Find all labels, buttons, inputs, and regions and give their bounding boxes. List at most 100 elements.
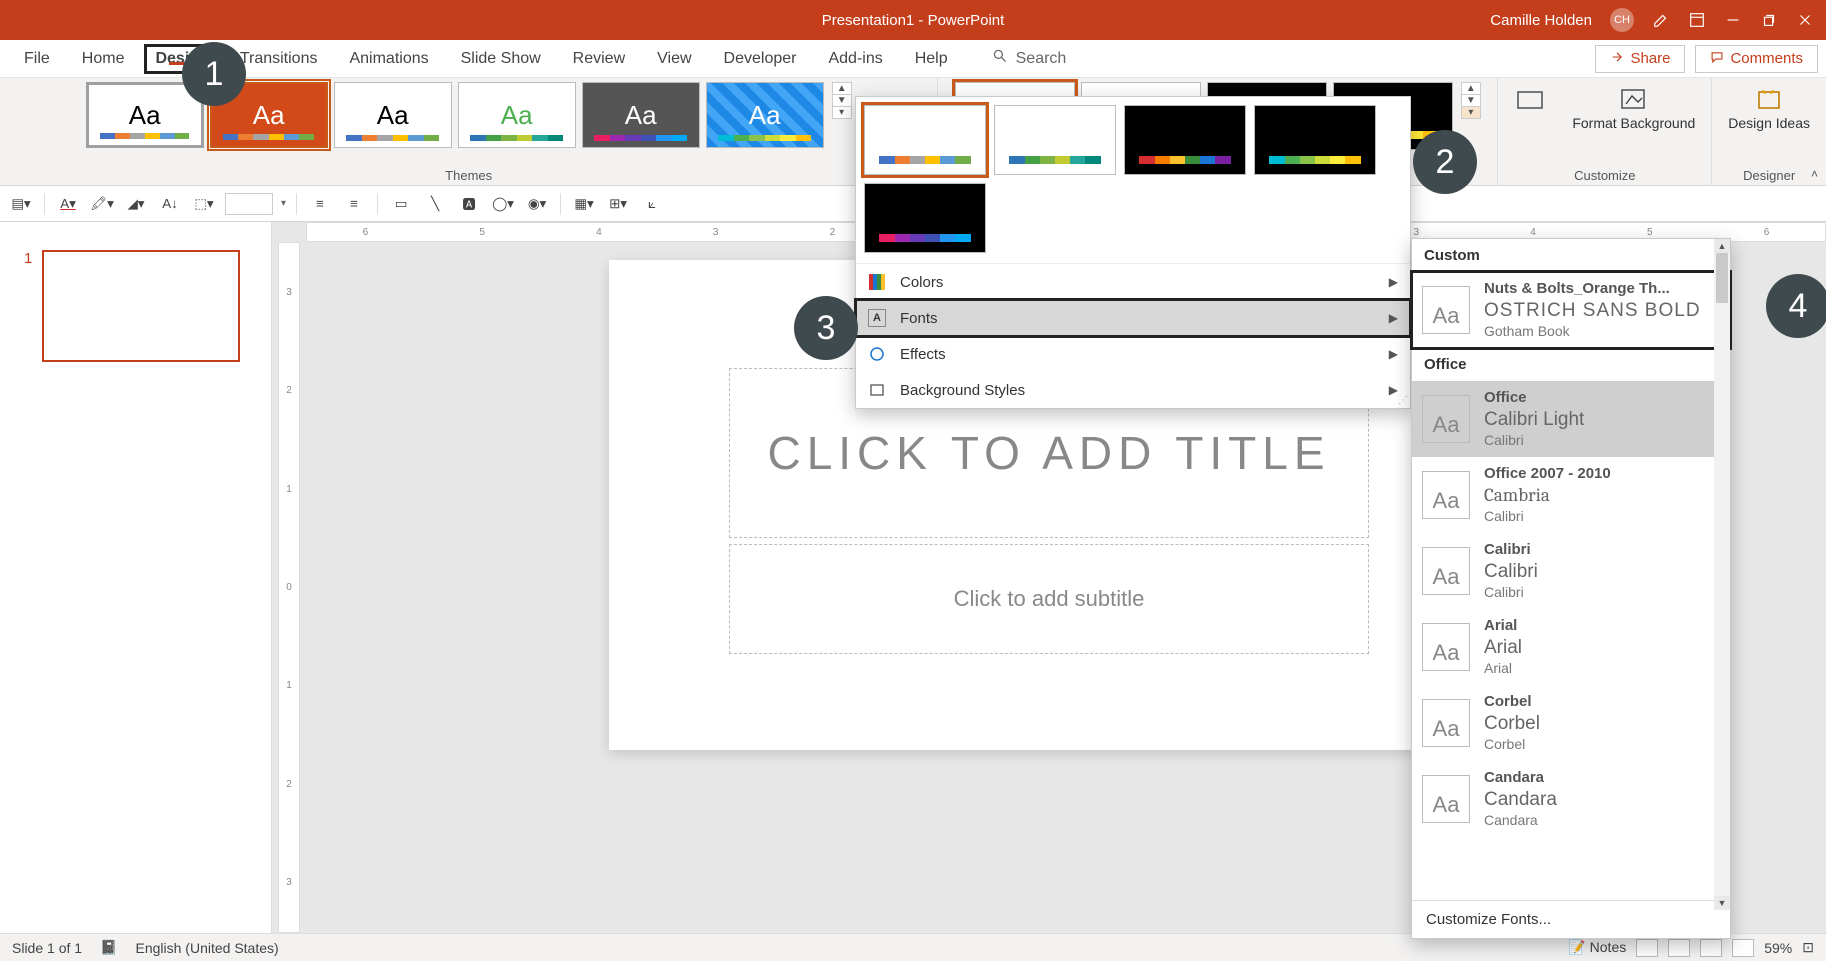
shapes-icon[interactable]: ◯▾ xyxy=(490,191,516,217)
arrange-button[interactable]: ⬚▾ xyxy=(191,191,217,217)
scroll-thumb[interactable] xyxy=(1716,253,1728,303)
draw-mode-icon[interactable] xyxy=(1652,11,1670,29)
resize-grip-icon[interactable]: ⋰ xyxy=(1398,395,1408,406)
notes-toggle[interactable]: 📝 Notes xyxy=(1568,939,1626,956)
share-button[interactable]: Share xyxy=(1595,45,1685,73)
slide-thumb-row[interactable]: 1 xyxy=(24,250,247,362)
tab-home[interactable]: Home xyxy=(66,40,141,77)
language-status[interactable]: English (United States) xyxy=(136,940,279,956)
tab-addins[interactable]: Add-ins xyxy=(812,40,898,77)
fonts-icon: A xyxy=(868,309,886,327)
scroll-down-icon[interactable]: ▼ xyxy=(1714,896,1730,910)
font-theme-item[interactable]: Aa Office 2007 - 2010 Cambria Calibri xyxy=(1412,457,1730,533)
slide-thumbnails-panel[interactable]: 1 xyxy=(0,222,272,933)
variant-option[interactable] xyxy=(994,105,1116,175)
sorter-view-button[interactable] xyxy=(1668,939,1690,957)
scroll-up-icon[interactable]: ▲ xyxy=(1714,239,1730,253)
callout-bubble: 2 xyxy=(1413,130,1477,194)
variants-more-button[interactable]: ▲▼▾ xyxy=(1461,82,1481,119)
menu-fonts[interactable]: A Fonts ▶ xyxy=(856,300,1410,336)
format-background-button[interactable]: Format Background xyxy=(1562,82,1705,135)
font-color-button[interactable]: A▾ xyxy=(55,191,81,217)
flyout-scrollbar[interactable]: ▲ ▼ xyxy=(1714,239,1730,910)
comment-icon xyxy=(1710,50,1724,68)
tab-help[interactable]: Help xyxy=(899,40,964,77)
variant-option[interactable] xyxy=(1254,105,1376,175)
fit-to-window-icon[interactable]: ⊡ xyxy=(1802,939,1814,956)
variant-option[interactable] xyxy=(1124,105,1246,175)
chevron-right-icon: ▶ xyxy=(1389,347,1398,361)
title-bar: Presentation1 - PowerPoint Camille Holde… xyxy=(0,0,1826,40)
theme-current[interactable]: Aa xyxy=(86,82,204,148)
tab-developer[interactable]: Developer xyxy=(708,40,813,77)
font-theme-item[interactable]: Aa Corbel Corbel Corbel xyxy=(1412,685,1730,761)
subtitle-placeholder[interactable]: Click to add subtitle xyxy=(729,544,1369,654)
font-theme-item[interactable]: Aa Candara Candara Candara xyxy=(1412,761,1730,837)
highlight-button[interactable]: 🖍▾ xyxy=(89,191,115,217)
font-preview-icon: Aa xyxy=(1422,395,1470,443)
reading-view-button[interactable] xyxy=(1700,939,1722,957)
theme-option[interactable]: Aa xyxy=(334,82,452,148)
slide-counter[interactable]: Slide 1 of 1 xyxy=(12,940,82,956)
theme-option[interactable]: Aa xyxy=(458,82,576,148)
variant-option[interactable] xyxy=(864,105,986,175)
user-name: Camille Holden xyxy=(1490,12,1592,29)
align-left-icon[interactable]: ≡ xyxy=(307,191,333,217)
theme-option[interactable]: Aa xyxy=(582,82,700,148)
callout-bubble: 4 xyxy=(1766,274,1826,338)
themes-scroll[interactable]: ▲▼▾ xyxy=(832,82,852,119)
collapse-ribbon-icon[interactable]: ˄ xyxy=(1811,167,1818,181)
ribbon-display-icon[interactable] xyxy=(1688,11,1706,29)
customize-fonts-button[interactable]: Customize Fonts... xyxy=(1412,900,1730,938)
tab-file[interactable]: File xyxy=(8,40,66,77)
font-theme-item[interactable]: Aa Office Calibri Light Calibri xyxy=(1412,381,1730,457)
grid-icon[interactable]: ⊞▾ xyxy=(605,191,631,217)
tell-me-search[interactable]: Search xyxy=(992,48,1067,69)
font-preview-icon: Aa xyxy=(1422,547,1470,595)
theme-option[interactable]: Aa xyxy=(706,82,824,148)
slide-size-button[interactable] xyxy=(1504,82,1556,118)
crop-icon[interactable]: ⟀ xyxy=(639,191,665,217)
textbox-icon[interactable]: 🅰 xyxy=(456,191,482,217)
restore-icon[interactable] xyxy=(1760,11,1778,29)
menu-effects[interactable]: Effects ▶ xyxy=(856,336,1410,372)
tab-animations[interactable]: Animations xyxy=(333,40,444,77)
customize-group-label: Customize xyxy=(1574,166,1635,183)
fonts-office-header: Office xyxy=(1412,348,1730,381)
merge-icon[interactable]: ◉▾ xyxy=(524,191,550,217)
minimize-icon[interactable] xyxy=(1724,11,1742,29)
font-preview-icon: Aa xyxy=(1422,286,1470,334)
line-icon[interactable]: ╲ xyxy=(422,191,448,217)
sort-button[interactable]: A↓ xyxy=(157,191,183,217)
spellcheck-icon[interactable]: 📓 xyxy=(100,939,117,956)
tab-review[interactable]: Review xyxy=(557,40,641,77)
user-avatar[interactable]: CH xyxy=(1610,8,1634,32)
font-theme-item[interactable]: Aa Arial Arial Arial xyxy=(1412,609,1730,685)
share-icon xyxy=(1610,50,1624,68)
ribbon-tabs: File Home Design Transitions Animations … xyxy=(0,40,1826,78)
shape-fill-button[interactable]: ◢▾ xyxy=(123,191,149,217)
slideshow-view-button[interactable] xyxy=(1732,939,1754,957)
tab-slideshow[interactable]: Slide Show xyxy=(445,40,557,77)
normal-view-button[interactable] xyxy=(1636,939,1658,957)
colors-icon xyxy=(868,273,886,291)
comments-button[interactable]: Comments xyxy=(1695,45,1818,73)
fonts-custom-header: Custom xyxy=(1412,239,1730,272)
font-theme-item[interactable]: Aa Nuts & Bolts_Orange Th... OSTRICH SAN… xyxy=(1412,272,1730,348)
menu-background-styles[interactable]: Background Styles ▶ xyxy=(856,372,1410,408)
align-right-icon[interactable]: ≡ xyxy=(341,191,367,217)
font-theme-item[interactable]: Aa Calibri Calibri Calibri xyxy=(1412,533,1730,609)
slide-thumbnail[interactable] xyxy=(42,250,240,362)
tab-view[interactable]: View xyxy=(641,40,707,77)
design-ideas-button[interactable]: Design Ideas xyxy=(1718,82,1820,135)
variant-option[interactable] xyxy=(864,183,986,253)
table-icon[interactable]: ▦▾ xyxy=(571,191,597,217)
close-icon[interactable] xyxy=(1796,11,1814,29)
background-icon xyxy=(868,381,886,399)
align-button[interactable]: ▤▾ xyxy=(8,191,34,217)
fill-swatch[interactable] xyxy=(225,193,273,215)
rectangle-icon[interactable]: ▭ xyxy=(388,191,414,217)
zoom-level[interactable]: 59% xyxy=(1764,940,1792,956)
font-preview-icon: Aa xyxy=(1422,623,1470,671)
menu-colors[interactable]: Colors ▶ xyxy=(856,264,1410,300)
